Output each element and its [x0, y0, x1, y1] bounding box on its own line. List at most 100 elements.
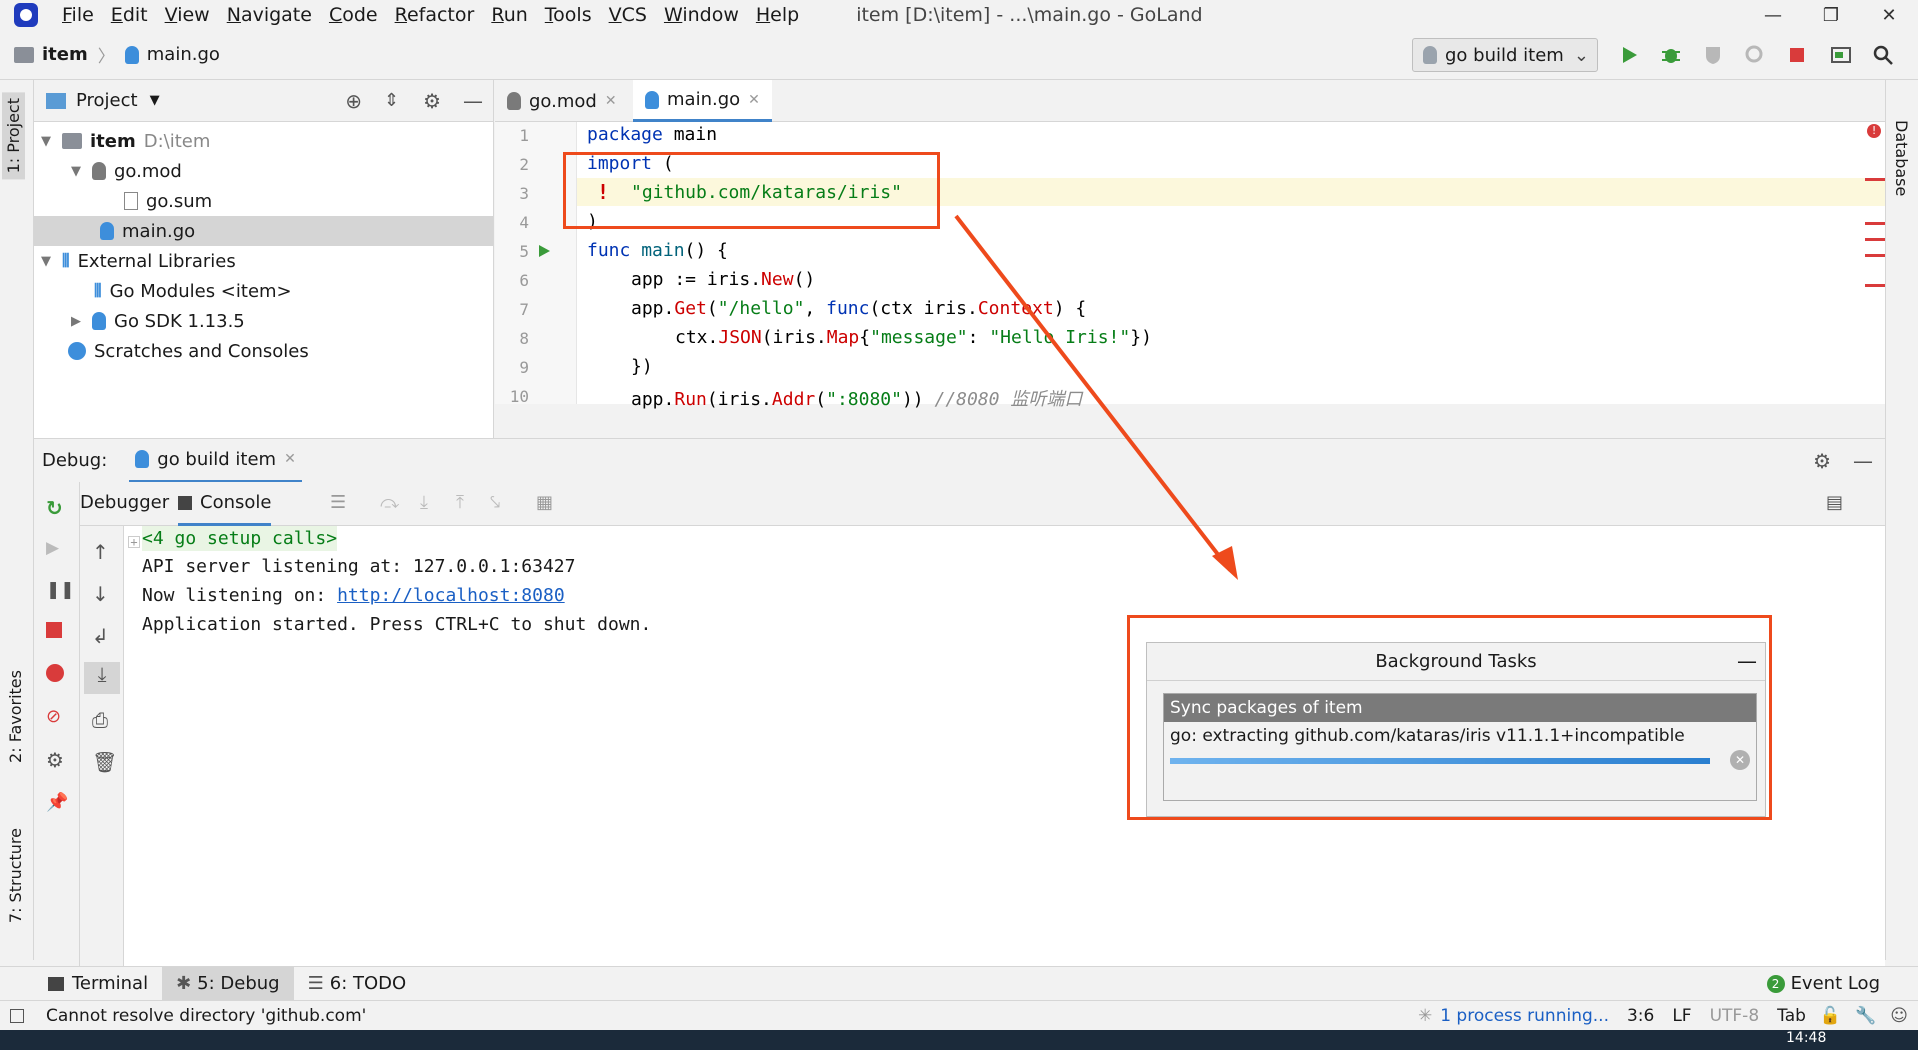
print-icon[interactable]: ⎙ — [92, 708, 112, 732]
error-stripe-mark[interactable] — [1865, 178, 1885, 181]
restore-icon[interactable]: ❐ — [1802, 5, 1860, 26]
caret-position[interactable]: 3:6 — [1627, 1006, 1654, 1026]
tree-item-go-sdk[interactable]: ▶ Go SDK 1.13.5 — [34, 306, 493, 336]
step-out-icon[interactable]: ⤒ — [456, 492, 464, 513]
evaluate-icon[interactable]: ▦ — [536, 492, 553, 513]
menu-icon[interactable]: ☰ — [330, 492, 346, 513]
error-stripe-mark[interactable] — [1865, 238, 1885, 241]
indent-setting[interactable]: Tab — [1777, 1006, 1806, 1026]
stop-icon[interactable] — [46, 622, 62, 638]
tab-structure[interactable]: 7: Structure — [6, 828, 25, 923]
search-icon[interactable] — [1872, 44, 1894, 66]
menu-view[interactable]: View — [165, 4, 210, 26]
down-arrow-icon[interactable]: ↓ — [92, 582, 112, 606]
console-link[interactable]: http://localhost:8080 — [337, 585, 565, 606]
rerun-icon[interactable]: ↻ — [46, 496, 66, 520]
file-encoding[interactable]: UTF-8 — [1710, 1006, 1760, 1026]
tab-database[interactable]: Database — [1892, 120, 1911, 196]
tab-go-mod[interactable]: go.mod ✕ — [495, 80, 629, 122]
tab-console[interactable]: Console — [178, 482, 272, 526]
tab-project[interactable]: 1: Project — [2, 92, 25, 180]
tree-item-external-libraries[interactable]: ▼ ⫴ External Libraries — [34, 246, 493, 276]
expand-icon[interactable]: + — [128, 536, 140, 548]
run-gutter-icon[interactable] — [537, 244, 551, 258]
error-stripe-mark[interactable] — [1865, 254, 1885, 257]
project-panel-title[interactable]: Project — [76, 90, 138, 111]
trash-icon[interactable]: 🗑 — [92, 750, 117, 774]
error-indicator-icon[interactable]: ! — [1867, 124, 1881, 138]
collapse-all-icon[interactable]: ⇕ — [384, 90, 399, 111]
mute-breakpoints-icon[interactable]: ⊘ — [46, 706, 66, 727]
error-stripe-mark[interactable] — [1865, 284, 1885, 287]
tab-debug[interactable]: ✱ 5: Debug — [162, 966, 294, 1001]
process-running-link[interactable]: 1 process running... — [1440, 1006, 1609, 1026]
close-icon[interactable]: ✕ — [748, 92, 760, 108]
breadcrumb-project[interactable]: item — [42, 44, 88, 65]
menu-tools[interactable]: Tools — [545, 4, 592, 26]
tab-event-log[interactable]: 2 Event Log — [1753, 967, 1894, 1001]
menu-file[interactable]: File — [62, 4, 94, 26]
minimize-icon[interactable]: — — [1737, 649, 1757, 673]
menu-run[interactable]: Run — [491, 4, 527, 26]
close-window-icon[interactable]: ✕ — [1860, 5, 1918, 26]
lock-icon[interactable]: 🔓 — [1820, 1006, 1841, 1026]
wrench-icon[interactable]: 🔧 — [1855, 1006, 1876, 1026]
tree-item-main-go[interactable]: main.go — [34, 216, 493, 246]
error-stripe-mark[interactable] — [1865, 222, 1885, 225]
chevron-down-icon[interactable]: ▼ — [150, 93, 160, 108]
close-icon[interactable]: ✕ — [284, 451, 296, 467]
tree-item-go-modules[interactable]: ⫴ Go Modules <item> — [34, 276, 493, 306]
run-configuration-select[interactable]: go build item ⌄ — [1412, 38, 1598, 72]
layout-icon[interactable]: ▤ — [1826, 492, 1843, 513]
breadcrumb-file[interactable]: main.go — [147, 44, 220, 65]
menu-edit[interactable]: Edit — [111, 4, 148, 26]
menu-code[interactable]: Code — [329, 4, 378, 26]
tree-item-go-mod[interactable]: ▼ go.mod — [34, 156, 493, 186]
soft-wrap-icon[interactable]: ↲ — [92, 624, 112, 648]
tab-todo[interactable]: ☰ 6: TODO — [294, 967, 421, 1001]
settings-icon[interactable]: ⚙ — [46, 748, 66, 772]
hide-icon[interactable]: — — [1853, 449, 1873, 473]
stop-icon[interactable] — [1786, 44, 1808, 66]
status-toggle-icon[interactable] — [10, 1008, 24, 1023]
view-breakpoints-icon[interactable] — [46, 664, 64, 682]
menu-navigate[interactable]: Navigate — [227, 4, 312, 26]
tab-terminal[interactable]: Terminal — [34, 967, 162, 1001]
locate-icon[interactable]: ⊕ — [345, 89, 362, 113]
tree-item-scratches[interactable]: Scratches and Consoles — [34, 336, 493, 366]
minimize-icon[interactable]: — — [1744, 5, 1802, 26]
menu-refactor[interactable]: Refactor — [395, 4, 475, 26]
pause-icon[interactable]: ❚❚ — [46, 580, 75, 600]
tab-debugger[interactable]: Debugger — [80, 492, 169, 513]
pin-icon[interactable]: 📌 — [46, 792, 68, 813]
tree-item-root[interactable]: ▼ item D:\item — [34, 126, 493, 156]
tab-main-go[interactable]: main.go ✕ — [633, 80, 772, 122]
debug-session-tab[interactable]: go build item ✕ — [129, 439, 302, 483]
gear-icon[interactable]: ⚙ — [423, 89, 441, 113]
line-separator[interactable]: LF — [1672, 1006, 1691, 1026]
profile-icon[interactable] — [1744, 44, 1766, 66]
up-arrow-icon[interactable]: ↑ — [92, 540, 112, 564]
resume-icon[interactable]: ▶ — [46, 538, 66, 558]
console-line-setup-calls[interactable]: <4 go setup calls> — [142, 526, 338, 551]
hide-icon[interactable]: — — [463, 89, 483, 113]
scroll-to-end-icon[interactable]: ⤓ — [84, 662, 120, 694]
project-structure-icon[interactable] — [1830, 44, 1852, 66]
close-icon[interactable]: ✕ — [605, 93, 617, 109]
cancel-task-icon[interactable]: ✕ — [1730, 750, 1750, 770]
menu-help[interactable]: Help — [756, 4, 799, 26]
run-icon[interactable] — [1618, 44, 1640, 66]
chevron-down-icon[interactable]: ▼ — [38, 134, 54, 149]
gear-icon[interactable]: ⚙ — [1813, 449, 1831, 473]
coverage-icon[interactable] — [1702, 44, 1724, 66]
chevron-right-icon[interactable]: ▶ — [68, 314, 84, 329]
menu-vcs[interactable]: VCS — [609, 4, 647, 26]
tab-favorites[interactable]: 2: Favorites — [6, 670, 25, 763]
run-to-cursor-icon[interactable]: ⤥ — [490, 492, 500, 513]
step-into-icon[interactable]: ⤓ — [420, 492, 428, 513]
chevron-down-icon[interactable]: ▼ — [38, 254, 54, 269]
inspector-icon[interactable]: ☺ — [1890, 1006, 1908, 1026]
step-over-icon[interactable]: ⤼ — [380, 492, 399, 513]
chevron-down-icon[interactable]: ▼ — [68, 164, 84, 179]
menu-window[interactable]: Window — [664, 4, 739, 26]
